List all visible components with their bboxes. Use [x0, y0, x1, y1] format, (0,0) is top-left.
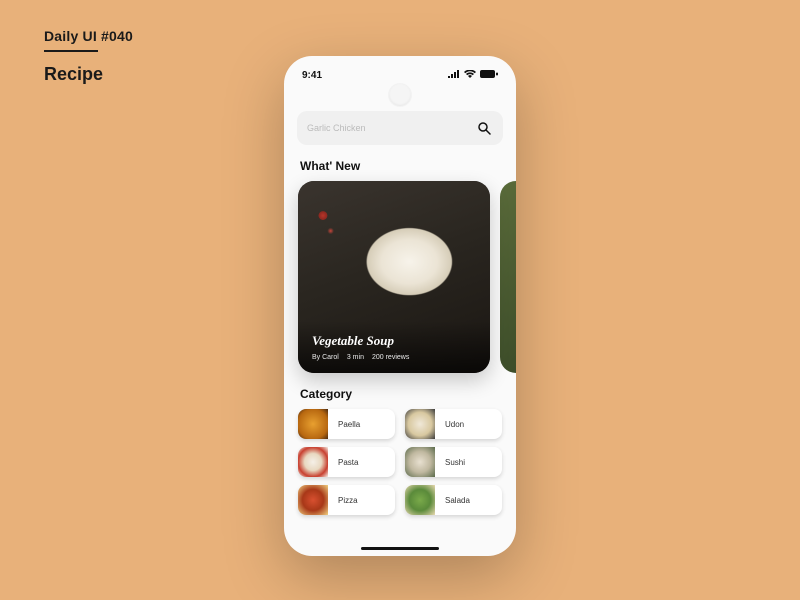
category-label: Pasta [328, 458, 358, 467]
category-thumb [405, 485, 435, 515]
category-item-pizza[interactable]: Pizza [298, 485, 395, 515]
phone-frame: 9:41 What' New Vegetable Soup By [284, 56, 516, 556]
category-label: Pizza [328, 496, 358, 505]
search-icon [478, 122, 491, 135]
category-label: Salada [435, 496, 470, 505]
category-label: Paella [328, 420, 360, 429]
status-bar: 9:41 [284, 56, 516, 87]
whats-new-carousel[interactable]: Vegetable Soup By Carol 3 min 200 review… [284, 181, 516, 373]
recipe-author: By Carol [312, 354, 339, 361]
whats-new-heading: What' New [300, 159, 500, 173]
search-bar[interactable] [297, 111, 503, 145]
category-thumb [405, 409, 435, 439]
recipe-card-title: Vegetable Soup [312, 333, 476, 349]
title-underline [44, 50, 98, 52]
recipe-card[interactable]: Vegetable Soup By Carol 3 min 200 review… [298, 181, 490, 373]
category-thumb [405, 447, 435, 477]
recipe-card-meta: By Carol 3 min 200 reviews [312, 354, 476, 361]
category-label: Udon [435, 420, 464, 429]
recipe-reviews: 200 reviews [372, 354, 409, 361]
status-icons [448, 70, 498, 81]
category-grid: Paella Udon Pasta Sushi Pizza Salada [284, 409, 516, 527]
status-time: 9:41 [302, 70, 322, 81]
battery-icon [480, 70, 498, 81]
wifi-icon [464, 70, 476, 81]
category-item-salada[interactable]: Salada [405, 485, 502, 515]
category-item-sushi[interactable]: Sushi [405, 447, 502, 477]
category-thumb [298, 447, 328, 477]
search-button[interactable] [475, 119, 493, 137]
search-input[interactable] [307, 123, 475, 133]
category-thumb [298, 409, 328, 439]
recipe-time: 3 min [347, 354, 364, 361]
page-subtitle: Recipe [44, 64, 103, 85]
category-item-paella[interactable]: Paella [298, 409, 395, 439]
recipe-card-next[interactable] [500, 181, 516, 373]
recipe-card-overlay: Vegetable Soup By Carol 3 min 200 review… [298, 321, 490, 373]
camera-notch [389, 84, 411, 106]
page-title: Daily UI #040 [44, 28, 133, 44]
category-label: Sushi [435, 458, 465, 467]
category-item-udon[interactable]: Udon [405, 409, 502, 439]
category-thumb [298, 485, 328, 515]
signal-icon [448, 70, 460, 81]
category-heading: Category [300, 387, 500, 401]
category-item-pasta[interactable]: Pasta [298, 447, 395, 477]
home-indicator[interactable] [361, 547, 439, 550]
